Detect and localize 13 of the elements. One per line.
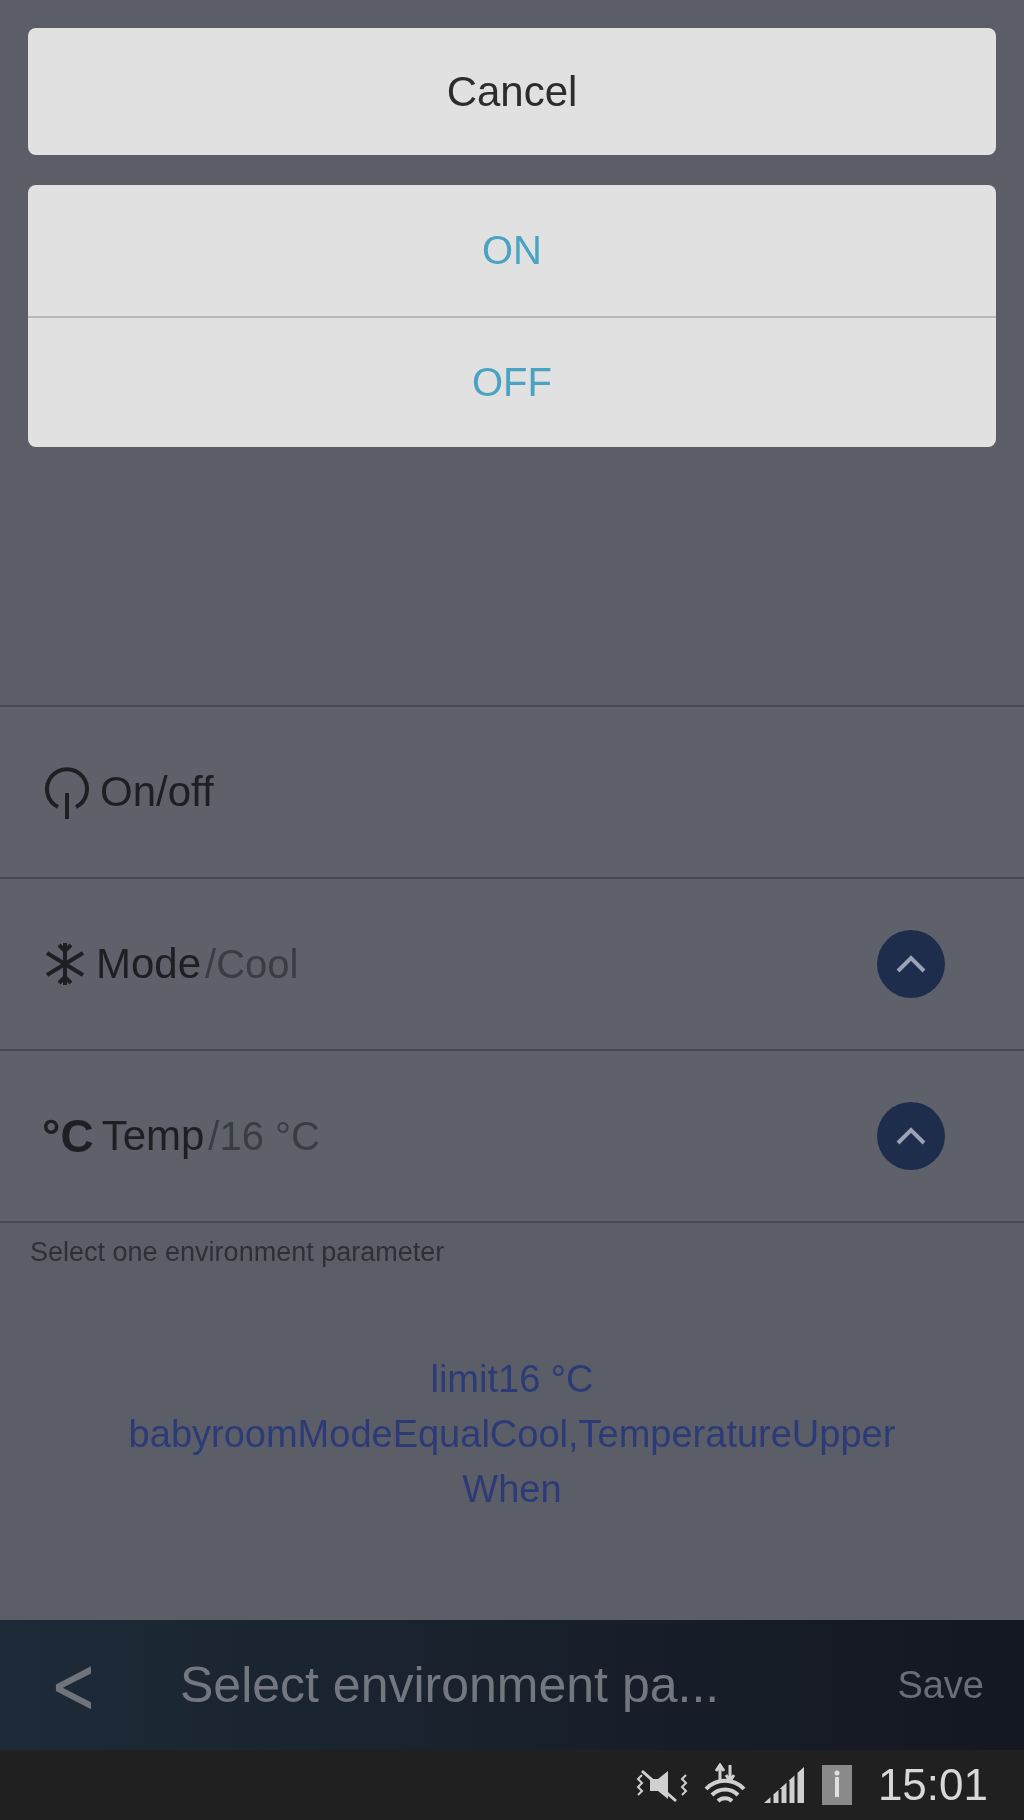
save-button[interactable]: Save	[897, 1663, 1024, 1707]
parameter-label: Mode	[96, 940, 202, 988]
page-title: Select environment pa...	[180, 1656, 721, 1714]
option-button[interactable]: OFF	[28, 316, 996, 447]
option-button[interactable]: ON	[28, 185, 996, 316]
parameter-label: Temp	[101, 1112, 205, 1160]
cancel-button[interactable]: Cancel	[28, 28, 996, 155]
back-button[interactable]: <	[0, 1638, 130, 1732]
celsius-icon: °C	[42, 1109, 94, 1163]
clock-time: 15:01	[877, 1760, 988, 1810]
parameter-label: On/off	[100, 768, 214, 816]
chevron-up-icon[interactable]	[876, 1101, 946, 1171]
chevron-up-icon[interactable]	[876, 929, 946, 999]
